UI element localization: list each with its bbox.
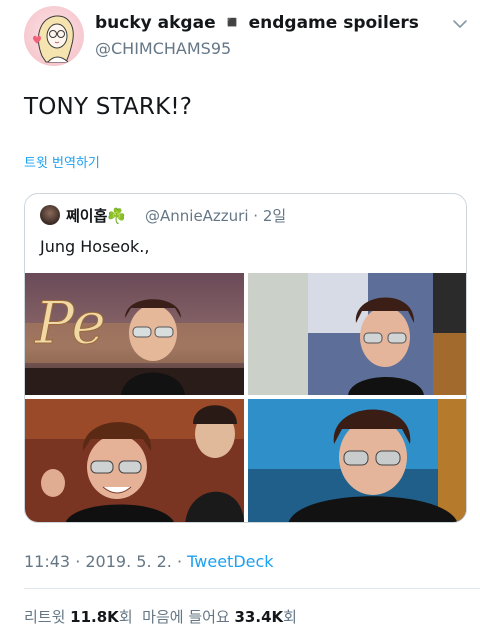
tweet-header: bucky akgae ◾️ endgame spoilers @CHIMCHA… <box>24 6 474 66</box>
chevron-down-icon[interactable] <box>452 16 468 32</box>
quoted-photo-4[interactable] <box>248 399 466 522</box>
quoted-photo-2[interactable] <box>248 273 466 395</box>
avatar-illustration <box>33 15 74 63</box>
quoted-tweet-text: Jung Hoseok., <box>40 237 150 256</box>
quoted-author-avatar <box>40 205 60 225</box>
quoted-photo-3[interactable] <box>25 399 244 522</box>
photo-3-image <box>25 399 244 522</box>
quoted-author-name: 쩨이홉☘️ <box>66 207 127 225</box>
author-avatar[interactable] <box>24 6 84 66</box>
sign-lettering: Pe <box>34 289 106 357</box>
likes-label[interactable]: 마음에 들어요 <box>133 608 235 626</box>
photo-4-image <box>248 399 466 522</box>
photo-1-image: Pe <box>25 273 244 395</box>
tweet-source-link[interactable]: TweetDeck <box>187 552 273 571</box>
likes-count[interactable]: 33.4K <box>235 608 284 626</box>
retweets-count[interactable]: 11.8K <box>70 608 119 626</box>
tweet-time[interactable]: 11:43 · 2019. 5. 2. · <box>24 552 187 571</box>
photo-2-image <box>248 273 466 395</box>
author-display-name[interactable]: bucky akgae ◾️ endgame spoilers <box>95 13 419 33</box>
quoted-tweet-card[interactable]: 쩨이홉☘️ @AnnieAzzuri · 2일 Jung Hoseok., Pe <box>24 193 467 523</box>
tweet-timestamp: 11:43 · 2019. 5. 2. · TweetDeck <box>24 552 274 571</box>
quoted-author-handle-time: @AnnieAzzuri · 2일 <box>145 207 287 225</box>
tweet-stats: 리트윗 11.8K회 마음에 들어요 33.4K회 <box>24 606 297 627</box>
tweet-text: TONY STARK!? <box>24 94 193 120</box>
author-handle[interactable]: @CHIMCHAMS95 <box>95 39 231 58</box>
likes-unit: 회 <box>283 608 297 626</box>
quoted-photo-1[interactable]: Pe <box>25 273 244 395</box>
retweets-label[interactable]: 리트윗 <box>24 608 70 626</box>
retweets-unit: 회 <box>118 608 133 626</box>
divider <box>24 588 480 589</box>
translate-tweet-link[interactable]: 트윗 번역하기 <box>24 152 100 171</box>
